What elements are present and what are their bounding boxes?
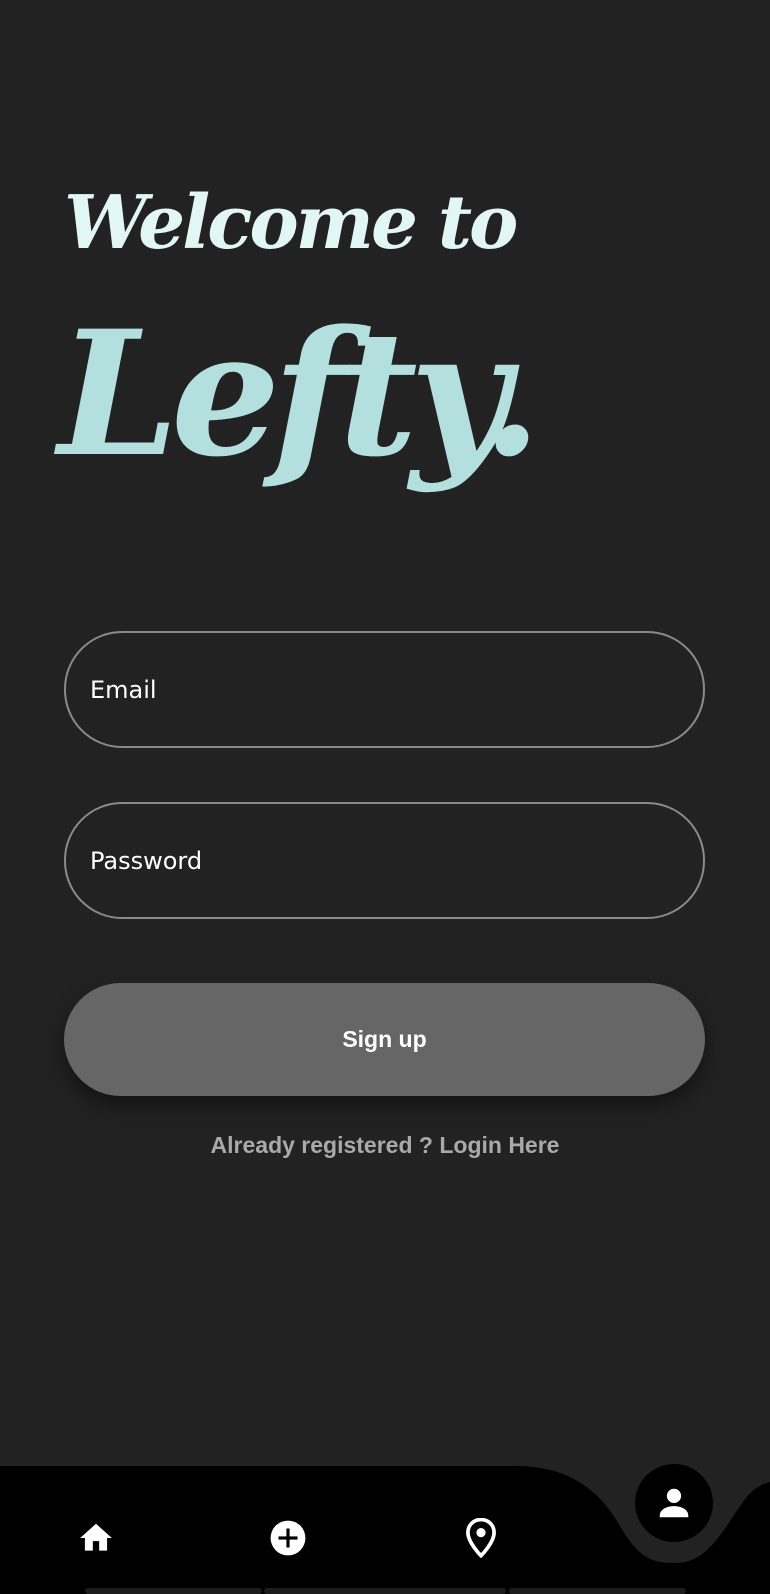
password-input[interactable] — [66, 804, 703, 917]
profile-icon — [659, 1488, 689, 1518]
add-circle-icon — [270, 1520, 306, 1556]
home-icon — [80, 1523, 112, 1551]
gesture-bar-segment — [509, 1588, 686, 1594]
brand-logo-text: Lefty. — [58, 292, 542, 495]
nav-home-button[interactable] — [66, 1508, 126, 1568]
gesture-bar-segment — [85, 1588, 262, 1594]
signup-screen: Welcome to Lefty. Sign up Already regist… — [0, 0, 770, 1594]
email-input[interactable] — [66, 633, 703, 746]
location-pin-icon — [466, 1518, 496, 1558]
nav-location-button[interactable] — [451, 1508, 511, 1568]
bottom-navigation-bar — [0, 1464, 770, 1594]
nav-profile-button[interactable] — [635, 1464, 713, 1542]
welcome-heading: Welcome to — [64, 180, 518, 266]
email-field[interactable] — [64, 631, 705, 748]
gesture-bar-segment — [264, 1588, 506, 1594]
signup-button[interactable]: Sign up — [64, 983, 705, 1096]
gesture-bar — [0, 1584, 770, 1594]
nav-add-button[interactable] — [258, 1508, 318, 1568]
login-link[interactable]: Already registered ? Login Here — [0, 1132, 770, 1159]
password-field[interactable] — [64, 802, 705, 919]
